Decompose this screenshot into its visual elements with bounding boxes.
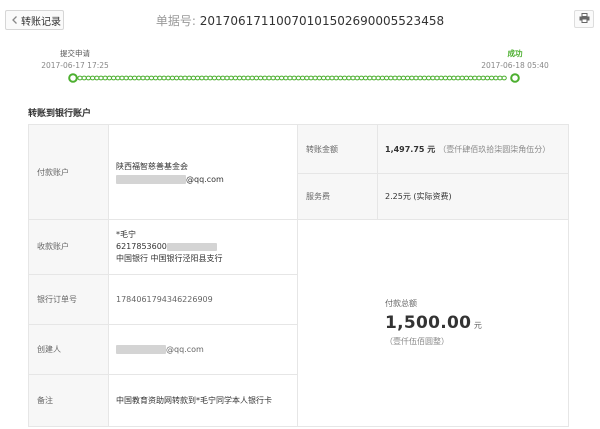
progress-step-submitted: 提交申请 2017-06-17 17:25 xyxy=(0,48,150,70)
order-number-label: 单据号: xyxy=(155,14,196,28)
payer-email: @qq.com xyxy=(116,174,224,184)
payee-value-cell: *毛宁 6217853600 中国银行 中国银行泾阳县支行 xyxy=(108,219,297,274)
fee-value: 2.25元 (实际资费) xyxy=(385,191,452,201)
payee-card: 6217853600 xyxy=(116,242,217,251)
note-label: 备注 xyxy=(28,374,108,426)
creator-label: 创建人 xyxy=(28,324,108,374)
note-value: 中国教育资助网转款到*毛宁同学本人银行卡 xyxy=(116,395,272,405)
progress-track xyxy=(68,73,520,83)
progress-end-node xyxy=(510,73,520,83)
payee-card-prefix: 6217853600 xyxy=(116,242,167,251)
fee-cell: 2.25元 (实际资费) xyxy=(377,173,569,219)
bank-order-label: 银行订单号 xyxy=(28,274,108,324)
payee-name: *毛宁 xyxy=(116,230,136,239)
section-title: 转账到银行账户 xyxy=(28,109,92,119)
payer-label: 付款账户 xyxy=(28,125,108,219)
transfer-detail-table: 付款账户 转账金额 服务费 收款账户 银行订单号 创建人 备注 1,497.75… xyxy=(28,124,569,427)
progress-step-success: 成功 2017-06-18 05:40 xyxy=(440,48,590,70)
redacted-mask xyxy=(116,174,186,184)
bank-order-value: 1784061794346226909 xyxy=(116,294,213,304)
total-value: 1,500.00 xyxy=(385,313,472,333)
print-button[interactable] xyxy=(574,10,594,28)
amount-cell: 1,497.75 元 （壹仟肆佰玖拾柒圆柒角伍分） xyxy=(377,125,569,173)
fee-label: 服务费 xyxy=(297,173,377,219)
total-cell: 付款总额 1,500.00 元 （壹仟伍佰圆整） xyxy=(297,219,569,426)
printer-icon xyxy=(579,12,590,26)
payer-name: 陕西福智慈善基金会 xyxy=(116,161,188,171)
total-label: 付款总额 xyxy=(385,299,417,308)
total-unit: 元 xyxy=(473,321,482,330)
redacted-mask xyxy=(116,344,166,354)
redacted-mask xyxy=(166,242,217,251)
amount-label: 转账金额 xyxy=(297,125,377,173)
amount-uppercase: （壹仟肆佰玖拾柒圆柒角伍分） xyxy=(438,144,551,154)
order-number-line: 单据号: 20170617110070101502690005523458 xyxy=(0,12,600,29)
order-number: 20170617110070101502690005523458 xyxy=(199,14,445,28)
creator-value: @qq.com xyxy=(108,324,297,374)
payer-value-cell: 陕西福智慈善基金会 @qq.com xyxy=(108,125,297,219)
amount-value: 1,497.75 元 xyxy=(385,144,436,154)
step-submitted-time: 2017-06-17 17:25 xyxy=(41,61,109,70)
creator-email-suffix: @qq.com xyxy=(166,344,204,354)
payer-email-suffix: @qq.com xyxy=(186,174,224,184)
total-amount: 1,500.00 元 xyxy=(385,313,482,333)
payee-label: 收款账户 xyxy=(28,219,108,274)
progress-start-node xyxy=(68,73,78,83)
step-success-title: 成功 xyxy=(507,49,523,58)
total-uppercase: （壹仟伍佰圆整） xyxy=(385,337,449,346)
step-submitted-title: 提交申请 xyxy=(60,49,90,58)
payee-bank: 中国银行 中国银行泾阳县支行 xyxy=(116,254,223,263)
step-success-time: 2017-06-18 05:40 xyxy=(481,61,549,70)
